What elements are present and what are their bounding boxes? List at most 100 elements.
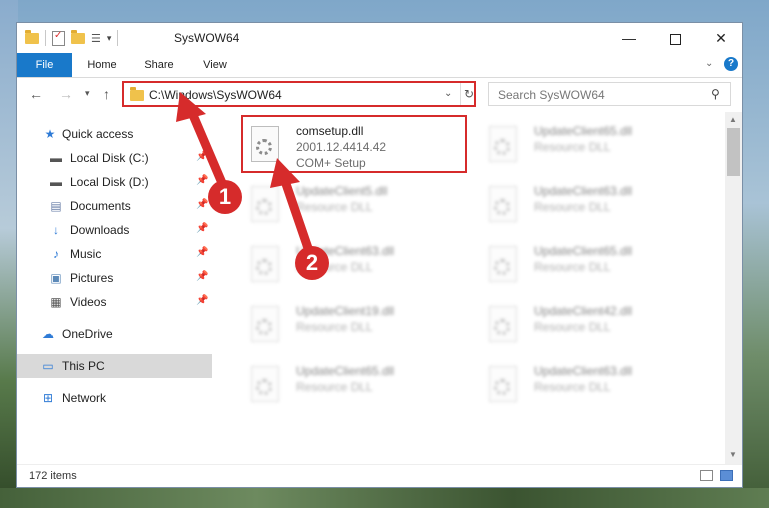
chevron-down-icon[interactable]: ▾ xyxy=(107,33,112,44)
tab-share[interactable]: Share xyxy=(139,53,179,77)
file-tile[interactable]: UpdateClient65.dll Resource DLL xyxy=(477,238,699,294)
search-icon[interactable]: ⚲ xyxy=(711,87,720,101)
sidebar-item-music[interactable]: ♪ Music 📌 xyxy=(17,242,212,266)
file-name: UpdateClient65.dll xyxy=(534,124,633,138)
tab-view[interactable]: View xyxy=(197,53,233,77)
quick-access-toolbar: ☰ ▾ xyxy=(25,29,119,46)
dll-file-icon xyxy=(489,126,517,162)
new-folder-icon[interactable] xyxy=(71,29,85,44)
title-bar: ☰ ▾ SysWOW64 — ✕ xyxy=(17,23,742,53)
pin-icon[interactable]: 📌 xyxy=(196,271,208,282)
sidebar-item-documents[interactable]: ▤ Documents 📌 xyxy=(17,194,212,218)
pin-icon[interactable]: 📌 xyxy=(196,199,208,210)
sidebar-item-label: Local Disk (D:) xyxy=(70,175,149,189)
maximize-button[interactable] xyxy=(652,23,698,53)
expand-ribbon-icon[interactable]: ⌄ xyxy=(705,58,713,69)
sidebar-item-label: This PC xyxy=(62,359,105,373)
file-name: UpdateClient65.dll xyxy=(534,244,633,258)
close-button[interactable]: ✕ xyxy=(698,23,742,53)
help-icon[interactable]: ? xyxy=(724,57,738,71)
search-box[interactable]: Search SysWOW64 ⚲ xyxy=(488,82,731,106)
item-count: 172 items xyxy=(29,470,77,482)
navigation-bar: ← → ▾ ↑ C:\Windows\SysWOW64 ⌄ ↻ Search S… xyxy=(17,78,742,112)
pictures-icon: ▣ xyxy=(50,271,62,285)
file-name: UpdateClient5.dll xyxy=(296,184,388,198)
file-name: UpdateClient63.dll xyxy=(534,364,633,378)
file-tile[interactable]: UpdateClient63.dll Resource DLL xyxy=(239,238,461,294)
up-arrow-icon[interactable]: ↑ xyxy=(103,86,110,102)
sidebar-item-local-disk-d[interactable]: ▬ Local Disk (D:) 📌 xyxy=(17,170,212,194)
sidebar-item-label: Local Disk (C:) xyxy=(70,151,149,165)
sidebar-item-videos[interactable]: ▦ Videos 📌 xyxy=(17,290,212,314)
file-description: Resource DLL xyxy=(296,200,373,214)
dll-file-icon xyxy=(251,306,279,342)
star-icon: ★ xyxy=(44,127,56,141)
network-icon: ⊞ xyxy=(42,391,54,405)
sidebar-item-label: Pictures xyxy=(70,271,114,285)
downloads-icon: ↓ xyxy=(53,223,59,237)
file-tile[interactable]: UpdateClient65.dll Resource DLL xyxy=(477,118,699,174)
computer-icon: ▭ xyxy=(42,359,54,373)
sidebar-item-this-pc[interactable]: ▭ This PC xyxy=(17,354,212,378)
dll-file-icon xyxy=(251,186,279,222)
forward-arrow-icon[interactable]: → xyxy=(59,86,73,102)
pin-icon[interactable]: 📌 xyxy=(196,295,208,306)
close-icon: ✕ xyxy=(715,30,727,46)
sidebar-item-pictures[interactable]: ▣ Pictures 📌 xyxy=(17,266,212,290)
recent-locations-icon[interactable]: ▾ xyxy=(85,88,90,99)
file-tile[interactable]: UpdateClient19.dll Resource DLL xyxy=(239,298,461,354)
divider xyxy=(45,30,46,46)
file-highlight xyxy=(241,115,467,173)
search-input[interactable]: Search SysWOW64 xyxy=(498,88,605,102)
minimize-button[interactable]: — xyxy=(606,23,652,53)
dll-file-icon xyxy=(489,246,517,282)
pin-icon[interactable]: 📌 xyxy=(196,175,208,186)
divider xyxy=(117,30,119,46)
status-bar: 172 items xyxy=(17,464,742,487)
scroll-up-icon[interactable]: ▲ xyxy=(729,115,737,124)
vertical-scrollbar[interactable]: ▲ ▼ xyxy=(725,112,742,464)
sidebar-item-network[interactable]: ⊞ Network xyxy=(17,386,212,410)
file-tile[interactable]: UpdateClient63.dll Resource DLL xyxy=(477,178,699,234)
dll-file-icon xyxy=(251,366,279,402)
drive-icon: ▬ xyxy=(50,151,62,165)
pin-icon[interactable]: 📌 xyxy=(196,247,208,258)
sidebar-item-quick-access[interactable]: ★ Quick access xyxy=(17,122,212,146)
navigation-pane: ★ Quick access ▬ Local Disk (C:) 📌 ▬ Loc… xyxy=(17,112,212,464)
dll-file-icon xyxy=(489,306,517,342)
file-tile[interactable]: UpdateClient42.dll Resource DLL xyxy=(477,298,699,354)
tab-file[interactable]: File xyxy=(17,53,72,77)
file-tile[interactable]: UpdateClient5.dll Resource DLL xyxy=(239,178,461,234)
minimize-icon: — xyxy=(622,30,636,46)
tab-home[interactable]: Home xyxy=(81,53,123,77)
file-name: UpdateClient19.dll xyxy=(296,304,395,318)
scroll-down-icon[interactable]: ▼ xyxy=(729,450,737,459)
tiles-view-icon[interactable] xyxy=(720,470,733,481)
dll-file-icon xyxy=(489,366,517,402)
file-tile[interactable]: UpdateClient63.dll Resource DLL xyxy=(477,358,699,414)
pin-icon[interactable]: 📌 xyxy=(196,223,208,234)
file-tile[interactable]: UpdateClient65.dll Resource DLL xyxy=(239,358,461,414)
videos-icon: ▦ xyxy=(50,295,62,309)
folder-icon[interactable] xyxy=(25,29,39,44)
details-view-icon[interactable] xyxy=(700,470,713,481)
file-description: Resource DLL xyxy=(296,380,373,394)
sidebar-item-onedrive[interactable]: ☁ OneDrive xyxy=(17,322,212,346)
scroll-thumb[interactable] xyxy=(727,128,740,176)
customize-toolbar-icon[interactable]: ☰ xyxy=(91,32,101,45)
back-arrow-icon[interactable]: ← xyxy=(29,86,43,102)
properties-icon[interactable] xyxy=(52,30,65,46)
file-description: Resource DLL xyxy=(534,260,611,274)
pin-icon[interactable]: 📌 xyxy=(196,151,208,162)
sidebar-item-local-disk-c[interactable]: ▬ Local Disk (C:) 📌 xyxy=(17,146,212,170)
sidebar-item-label: OneDrive xyxy=(62,327,113,341)
file-name: UpdateClient65.dll xyxy=(296,364,395,378)
file-description: Resource DLL xyxy=(296,320,373,334)
file-name: UpdateClient63.dll xyxy=(534,184,633,198)
drive-icon: ▬ xyxy=(50,175,62,189)
sidebar-item-label: Music xyxy=(70,247,102,261)
sidebar-item-downloads[interactable]: ↓ Downloads 📌 xyxy=(17,218,212,242)
step-2-badge: 2 xyxy=(295,246,329,280)
file-description: Resource DLL xyxy=(534,320,611,334)
sidebar-item-label: Documents xyxy=(70,199,131,213)
